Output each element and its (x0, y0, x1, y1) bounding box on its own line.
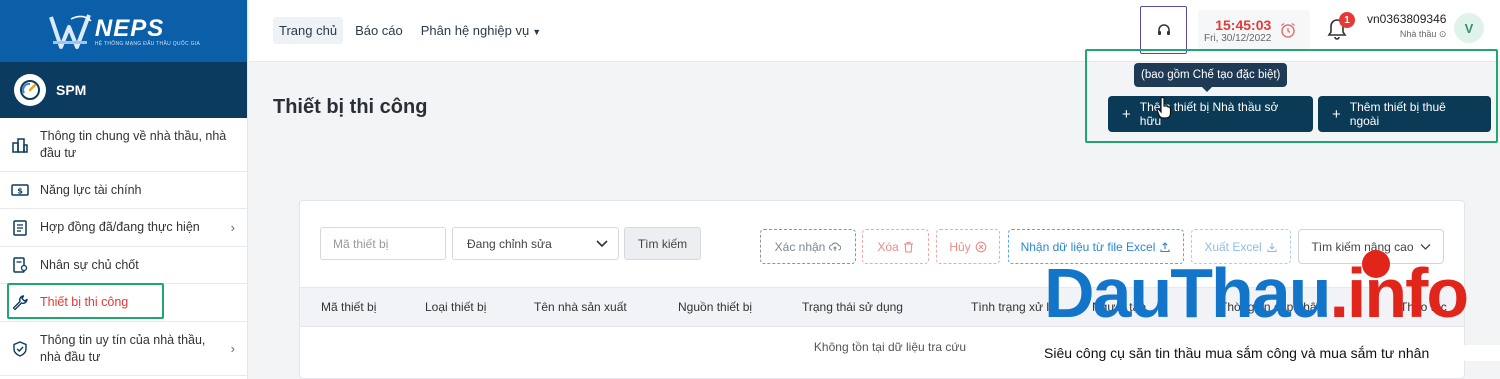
caret-down-icon: ▼ (532, 27, 542, 37)
nav-home[interactable]: Trang chủ (273, 17, 344, 44)
delete-button[interactable]: Xóa (862, 229, 929, 264)
empty-state-text: Không tồn tại dữ liệu tra cứu (813, 340, 967, 354)
search-button[interactable]: Tìm kiếm (624, 227, 701, 260)
module-header[interactable]: SPM (0, 62, 247, 118)
sidebar-item-personnel[interactable]: Nhân sự chủ chốt (0, 247, 247, 284)
alarm-clock-icon[interactable] (1279, 21, 1297, 39)
module-name: SPM (56, 82, 87, 98)
page-title: Thiết bị thi công (273, 96, 428, 118)
chevron-right-icon: › (230, 341, 235, 356)
user-role-text: Nhà thầu (1399, 29, 1437, 39)
cloud-upload-icon (829, 241, 842, 251)
add-rented-equipment-button[interactable]: + Thêm thiết bị thuê ngoài (1318, 96, 1491, 132)
avatar[interactable]: V (1454, 13, 1484, 43)
status-select-value: Đang chỉnh sửa (467, 236, 552, 251)
active-item-highlight (7, 283, 164, 319)
plus-icon: + (1122, 105, 1131, 123)
shield-check-icon (10, 339, 30, 359)
status-select[interactable]: Đang chỉnh sửa (452, 227, 619, 260)
neps-logo-icon (48, 14, 92, 49)
watermark-logo: DauThau.info (1044, 248, 1469, 338)
sidebar-item-label: Hợp đồng đã/đang thực hiện (40, 220, 200, 234)
cancel-button[interactable]: Hủy (936, 229, 1000, 264)
headset-icon (1157, 24, 1170, 35)
logo-subtitle: HỆ THỐNG MẠNG ĐẤU THẦU QUỐC GIA (94, 41, 201, 47)
gauge-icon (14, 74, 46, 106)
equipment-code-input[interactable]: Mã thiết bị (320, 227, 446, 260)
user-role: Nhà thầu ⊙ (1400, 29, 1447, 40)
hand-cursor-icon (1156, 96, 1172, 119)
personnel-icon (10, 255, 30, 275)
nav-modules-label: Phân hệ nghiệp vụ (420, 23, 530, 38)
username: vn0363809346 (1367, 12, 1447, 26)
app-root: NEPS HỆ THỐNG MẠNG ĐẤU THẦU QUỐC GIA SPM (0, 0, 1500, 379)
cancel-label: Hủy (949, 239, 971, 254)
logo[interactable]: NEPS HỆ THỐNG MẠNG ĐẤU THẦU QUỐC GIA (0, 0, 247, 62)
watermark-tagline: Siêu công cụ săn tin thầu mua sắm công v… (1044, 345, 1500, 361)
sidebar-item-label: Nhân sự chủ chốt (40, 257, 139, 272)
clock-widget: 15:45:03 Fri, 30/12/2022 (1198, 10, 1310, 50)
main-nav: Trang chủ Báo cáo Phân hệ nghiệp vụ ▼ (273, 17, 547, 44)
clock-date: Fri, 30/12/2022 (1204, 32, 1272, 44)
close-circle-icon (975, 241, 987, 252)
nav-modules[interactable]: Phân hệ nghiệp vụ ▼ (415, 17, 547, 44)
svg-text:$: $ (17, 187, 23, 196)
watermark-dot (1362, 250, 1390, 278)
money-icon: $ (10, 180, 30, 200)
clock-time: 15:45:03 (1215, 16, 1272, 33)
trash-icon (903, 241, 913, 253)
dauthau-watermark: DauThau.info Siêu công cụ săn tin thầu m… (1040, 248, 1500, 379)
sidebar-item-label: Thông tin uy tín của nhà thầu, nhà đầu t… (40, 332, 206, 364)
sidebar-item-label: Thông tin chung về nhà thầu, nhà đầu tư (40, 128, 227, 160)
contract-icon (10, 218, 30, 238)
watermark-brand-part2: .info (1329, 254, 1469, 332)
notification-count-badge: 1 (1339, 12, 1355, 28)
sidebar-item-finance[interactable]: $ Năng lực tài chính (0, 172, 247, 209)
building-icon (10, 135, 30, 155)
support-button[interactable] (1140, 6, 1187, 54)
neps-logo: NEPS HỆ THỐNG MẠNG ĐẤU THẦU QUỐC GIA (47, 11, 200, 51)
column-header[interactable]: Trạng thái sử dụng (802, 300, 903, 314)
column-header[interactable]: Loại thiết bị (425, 300, 486, 314)
add-owned-equipment-button[interactable]: + Thêm thiết bị Nhà thầu sở hữu (1108, 96, 1313, 132)
sidebar-item-general-info[interactable]: Thông tin chung về nhà thầu, nhà đầu tư (0, 118, 247, 172)
column-header[interactable]: Mã thiết bị (321, 300, 376, 314)
sidebar-item-reputation[interactable]: Thông tin uy tín của nhà thầu, nhà đầu t… (0, 322, 247, 376)
nav-reports[interactable]: Báo cáo (349, 17, 409, 44)
delete-label: Xóa (877, 239, 899, 254)
sidebar-menu: Thông tin chung về nhà thầu, nhà đầu tư … (0, 118, 247, 376)
notifications-button[interactable]: 1 (1326, 12, 1355, 46)
tooltip: (bao gồm Chế tạo đặc biệt) (1134, 63, 1288, 92)
sidebar-item-label: Năng lực tài chính (40, 182, 142, 197)
chevron-down-icon (596, 239, 608, 247)
verified-icon: ⊙ (1438, 29, 1447, 39)
column-header[interactable]: Tên nhà sản xuất (534, 300, 627, 314)
chevron-right-icon: › (230, 220, 235, 235)
confirm-button[interactable]: Xác nhận (760, 229, 856, 264)
user-info[interactable]: vn0363809346 Nhà thầu ⊙ (1367, 12, 1446, 40)
watermark-brand-part1: DauThau (1044, 254, 1331, 332)
column-header[interactable]: Nguồn thiết bị (678, 300, 752, 314)
sidebar: NEPS HỆ THỐNG MẠNG ĐẤU THẦU QUỐC GIA SPM (0, 0, 248, 379)
add-rented-equipment-label: Thêm thiết bị thuê ngoài (1349, 100, 1446, 128)
confirm-label: Xác nhận (774, 239, 826, 254)
sidebar-item-contracts[interactable]: Hợp đồng đã/đang thực hiện › (0, 209, 247, 247)
plus-icon: + (1332, 105, 1341, 123)
logo-name: NEPS (94, 15, 165, 42)
